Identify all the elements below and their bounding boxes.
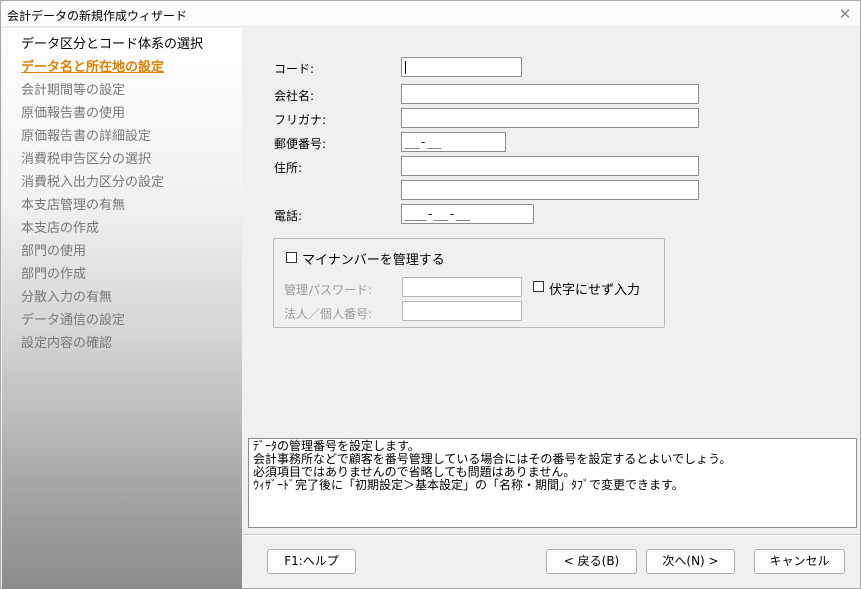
step-item: 本支店の作成 xyxy=(21,221,100,236)
postal-code-label: 郵便番号: xyxy=(274,137,327,151)
step-item: 原価報告書の詳細設定 xyxy=(21,129,152,144)
phone-label: 電話: xyxy=(274,209,303,223)
button-separator xyxy=(243,534,860,536)
furigana-label: フリガナ: xyxy=(274,113,327,127)
code-label: コード: xyxy=(274,62,315,76)
description-line: ｳｨｻﾞｰﾄﾞ完了後に「初期設定＞基本設定」の「名称・期間」ﾀﾌﾞで変更できます… xyxy=(253,478,684,492)
description-box: ﾃﾞｰﾀの管理番号を設定します。 会計事務所などで顧客を番号管理している場合にはそ… xyxy=(248,438,857,528)
address-line1-input[interactable] xyxy=(401,156,699,176)
step-item: 消費税入出力区分の設定 xyxy=(21,175,165,190)
step-item: 原価報告書の使用 xyxy=(21,106,126,121)
mynumber-group: マイナンバーを管理する 管理パスワード: 伏字にせず入力 法人／個人番号: xyxy=(273,238,665,328)
step-item: 会計期間等の設定 xyxy=(21,83,126,98)
no-mask-label[interactable]: 伏字にせず入力 xyxy=(549,279,640,298)
step-item: データ名と所在地の設定 xyxy=(21,60,165,75)
window-title: 会計データの新規作成ウィザード xyxy=(7,9,188,23)
wizard-steps-sidebar: データ区分とコード体系の選択 データ名と所在地の設定 会計期間等の設定 原価報告書の使… xyxy=(2,28,242,589)
wizard-window: 会計データの新規作成ウィザード ✕ データ区分とコード体系の選択 データ名と所在地… xyxy=(0,0,861,589)
step-list: データ区分とコード体系の選択 データ名と所在地の設定 会計期間等の設定 原価報告書の使… xyxy=(21,33,203,355)
back-button[interactable]: < 戻る(B) xyxy=(546,549,637,574)
step-item: 設定内容の確認 xyxy=(21,336,113,351)
address-line2-input[interactable] xyxy=(401,180,699,200)
close-icon[interactable]: ✕ xyxy=(834,3,856,25)
step-item: 部門の作成 xyxy=(21,267,87,282)
postal-code-input[interactable]: __-__ xyxy=(401,132,506,152)
cancel-button[interactable]: キャンセル xyxy=(754,549,845,574)
content-pane: コード: 会社名: フリガナ: 郵便番号: __-__ 住所: 電話: ___-… xyxy=(243,28,860,589)
company-name-label: 会社名: xyxy=(274,89,315,103)
step-item: 部門の使用 xyxy=(21,244,87,259)
admin-password-input[interactable] xyxy=(402,277,522,297)
corporate-number-input[interactable] xyxy=(402,301,522,321)
step-item: 消費税申告区分の選択 xyxy=(21,152,152,167)
phone-input[interactable]: ___-__-__ xyxy=(401,204,534,224)
corporate-number-label: 法人／個人番号: xyxy=(284,307,373,321)
manage-mynumber-label[interactable]: マイナンバーを管理する xyxy=(302,249,445,268)
admin-password-label: 管理パスワード: xyxy=(284,283,373,297)
address-label: 住所: xyxy=(274,161,303,175)
no-mask-checkbox[interactable] xyxy=(533,281,544,292)
step-item: 本支店管理の有無 xyxy=(21,198,126,213)
next-button[interactable]: 次へ(N) > xyxy=(646,549,735,574)
company-name-input[interactable] xyxy=(401,84,699,104)
text-caret xyxy=(405,61,406,74)
step-item: 分散入力の有無 xyxy=(21,290,113,305)
code-input[interactable] xyxy=(401,57,522,77)
furigana-input[interactable] xyxy=(401,108,699,128)
title-bar: 会計データの新規作成ウィザード ✕ xyxy=(1,1,860,27)
help-button[interactable]: F1:ヘルプ xyxy=(267,549,356,574)
step-item: データ通信の設定 xyxy=(21,313,126,328)
manage-mynumber-checkbox[interactable] xyxy=(286,252,297,263)
step-item: データ区分とコード体系の選択 xyxy=(21,37,204,52)
